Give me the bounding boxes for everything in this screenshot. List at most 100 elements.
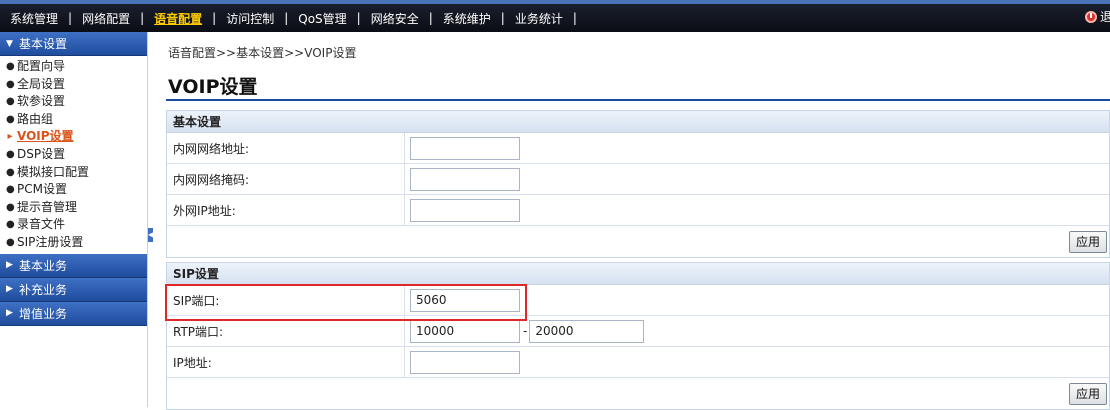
field-label: 内网网络地址: bbox=[167, 133, 405, 163]
nav-business-statistics[interactable]: 业务统计 bbox=[513, 10, 565, 27]
field-label: IP地址: bbox=[167, 347, 405, 377]
sidebar-group-basic-services[interactable]: ▶ 基本业务 bbox=[0, 253, 147, 278]
nav-separator: | bbox=[140, 11, 145, 25]
basic-settings-section: 基本设置 内网网络地址: 内网网络掩码: 外网IP地址: 应用 bbox=[166, 110, 1110, 258]
nav-voice-config[interactable]: 语音配置 bbox=[152, 10, 204, 27]
sidebar-item-config-wizard[interactable]: ● 配置向导 bbox=[6, 58, 147, 76]
chevron-right-icon: ▶ bbox=[6, 260, 13, 271]
nav-separator: | bbox=[428, 11, 433, 25]
sip-apply-button[interactable]: 应用 bbox=[1068, 382, 1107, 405]
sidebar: ▼ 基本设置 ● 配置向导 ● 全局设置 ● 软参设置 ● 路由组 ▸ VOIP… bbox=[0, 32, 148, 407]
bullet-icon: ● bbox=[6, 96, 15, 108]
nav-separator: | bbox=[500, 11, 505, 25]
sidebar-item-label: DSP设置 bbox=[17, 146, 66, 161]
chevron-right-icon: ▸ bbox=[7, 131, 13, 143]
nav-network-security[interactable]: 网络安全 bbox=[369, 10, 421, 27]
form-row: 外网IP地址: bbox=[167, 195, 1109, 226]
title-divider bbox=[166, 99, 1110, 101]
sidebar-item-label: 配置向导 bbox=[17, 59, 66, 73]
chevron-right-icon: ▶ bbox=[6, 308, 13, 319]
bullet-icon: ● bbox=[6, 219, 15, 231]
sidebar-item-analog-interface[interactable]: ● 模拟接口配置 bbox=[6, 164, 147, 182]
chevron-down-icon: ▼ bbox=[6, 38, 13, 49]
field-value-cell bbox=[405, 164, 1109, 194]
nav-network-config[interactable]: 网络配置 bbox=[80, 10, 132, 27]
bullet-icon: ● bbox=[6, 236, 15, 248]
sidebar-item-label: 全局设置 bbox=[17, 76, 66, 91]
form-row: 内网网络掩码: bbox=[167, 164, 1109, 195]
sidebar-item-label: 模拟接口配置 bbox=[17, 164, 90, 179]
sidebar-item-sip-registration[interactable]: ● SIP注册设置 bbox=[6, 234, 147, 252]
sidebar-item-pcm-settings[interactable]: ● PCM设置 bbox=[6, 181, 147, 199]
lan-network-mask-input[interactable] bbox=[410, 167, 520, 191]
sidebar-item-label: 录音文件 bbox=[17, 217, 66, 232]
bullet-icon: ● bbox=[6, 201, 15, 213]
form-row: 内网网络地址: bbox=[167, 133, 1109, 164]
sidebar-item-label: PCM设置 bbox=[17, 182, 67, 197]
sip-port-input[interactable] bbox=[410, 288, 520, 312]
sidebar-group-basic-settings[interactable]: ▼ 基本设置 bbox=[0, 32, 147, 56]
sidebar-item-dsp-settings[interactable]: ● DSP设置 bbox=[6, 146, 147, 164]
sidebar-item-label: SIP注册设置 bbox=[17, 234, 84, 249]
field-value-cell: - bbox=[405, 316, 1109, 346]
nav-separator: | bbox=[284, 11, 289, 25]
field-value-cell bbox=[405, 347, 1109, 377]
power-icon[interactable] bbox=[1085, 10, 1097, 23]
form-row: RTP端口: - bbox=[167, 316, 1109, 347]
sidebar-item-label: 软参设置 bbox=[17, 94, 66, 109]
nav-system-management[interactable]: 系统管理 bbox=[8, 10, 60, 27]
button-row: 应用 bbox=[167, 226, 1109, 257]
sidebar-item-prompt-tones[interactable]: ● 提示音管理 bbox=[6, 199, 147, 217]
bullet-icon: ● bbox=[6, 78, 15, 90]
nav-separator: | bbox=[212, 11, 217, 25]
sip-ip-address-input[interactable] bbox=[410, 350, 520, 374]
nav-separator: | bbox=[68, 11, 73, 25]
rtp-port-end-input[interactable] bbox=[529, 319, 645, 343]
nav-access-control[interactable]: 访问控制 bbox=[224, 10, 276, 27]
nav-system-maintenance[interactable]: 系统维护 bbox=[441, 10, 493, 27]
sidebar-item-route-group[interactable]: ● 路由组 bbox=[6, 111, 147, 129]
bullet-icon: ● bbox=[6, 113, 15, 125]
logout-label[interactable]: 退 bbox=[1100, 8, 1110, 25]
top-nav: 系统管理 | 网络配置 | 语音配置 | 访问控制 | QoS管理 | 网络安全… bbox=[8, 4, 585, 32]
main-content: 语音配置>>基本设置>>VOIP设置 VOIP设置 基本设置 内网网络地址: 内… bbox=[158, 32, 1110, 410]
bullet-icon: ● bbox=[6, 166, 15, 178]
field-label: RTP端口: bbox=[167, 316, 405, 346]
sip-settings-section: SIP设置 SIP端口: RTP端口: - IP地址: 应用 bbox=[166, 262, 1110, 410]
sidebar-item-global-settings[interactable]: ● 全局设置 bbox=[6, 76, 147, 94]
nav-qos-management[interactable]: QoS管理 bbox=[296, 10, 348, 27]
field-label: 内网网络掩码: bbox=[167, 164, 405, 194]
field-value-cell bbox=[405, 195, 1109, 225]
bullet-icon: ● bbox=[6, 61, 15, 72]
form-row: IP地址: bbox=[167, 347, 1109, 378]
wan-ip-address-input[interactable] bbox=[410, 198, 520, 222]
page-title: VOIP设置 bbox=[168, 76, 258, 98]
top-nav-bar: 系统管理 | 网络配置 | 语音配置 | 访问控制 | QoS管理 | 网络安全… bbox=[0, 0, 1110, 32]
field-label: 外网IP地址: bbox=[167, 195, 405, 225]
nav-separator: | bbox=[356, 11, 361, 25]
sidebar-item-recordings[interactable]: ● 录音文件 bbox=[6, 216, 147, 234]
logout-link[interactable]: 退 bbox=[1085, 8, 1110, 25]
range-separator: - bbox=[523, 324, 528, 338]
sidebar-sub-list: ● 配置向导 ● 全局设置 ● 软参设置 ● 路由组 ▸ VOIP设置 ● DS… bbox=[0, 56, 147, 254]
basic-apply-button[interactable]: 应用 bbox=[1068, 230, 1107, 253]
sidebar-item-label: VOIP设置 bbox=[17, 129, 74, 144]
sidebar-item-label: 提示音管理 bbox=[17, 199, 78, 214]
sidebar-group-label: 增值业务 bbox=[19, 306, 68, 321]
bullet-icon: ● bbox=[6, 184, 15, 196]
sidebar-collapse-handle[interactable]: ◀ bbox=[148, 228, 154, 242]
sidebar-group-label: 基本设置 bbox=[19, 37, 68, 51]
sidebar-item-label: 路由组 bbox=[17, 111, 54, 126]
sidebar-item-voip-settings[interactable]: ▸ VOIP设置 bbox=[6, 128, 147, 146]
sidebar-group-label: 补充业务 bbox=[19, 282, 68, 297]
sidebar-group-supplementary-services[interactable]: ▶ 补充业务 bbox=[0, 277, 147, 302]
bullet-icon: ● bbox=[6, 148, 15, 160]
sidebar-item-soft-params[interactable]: ● 软参设置 bbox=[6, 93, 147, 111]
sidebar-group-value-added-services[interactable]: ▶ 增值业务 bbox=[0, 301, 147, 326]
field-value-cell bbox=[405, 285, 1109, 315]
rtp-port-start-input[interactable] bbox=[410, 319, 520, 343]
button-row: 应用 bbox=[167, 378, 1109, 409]
lan-network-address-input[interactable] bbox=[410, 136, 520, 160]
section-header: 基本设置 bbox=[167, 111, 1109, 133]
section-header: SIP设置 bbox=[167, 263, 1109, 285]
